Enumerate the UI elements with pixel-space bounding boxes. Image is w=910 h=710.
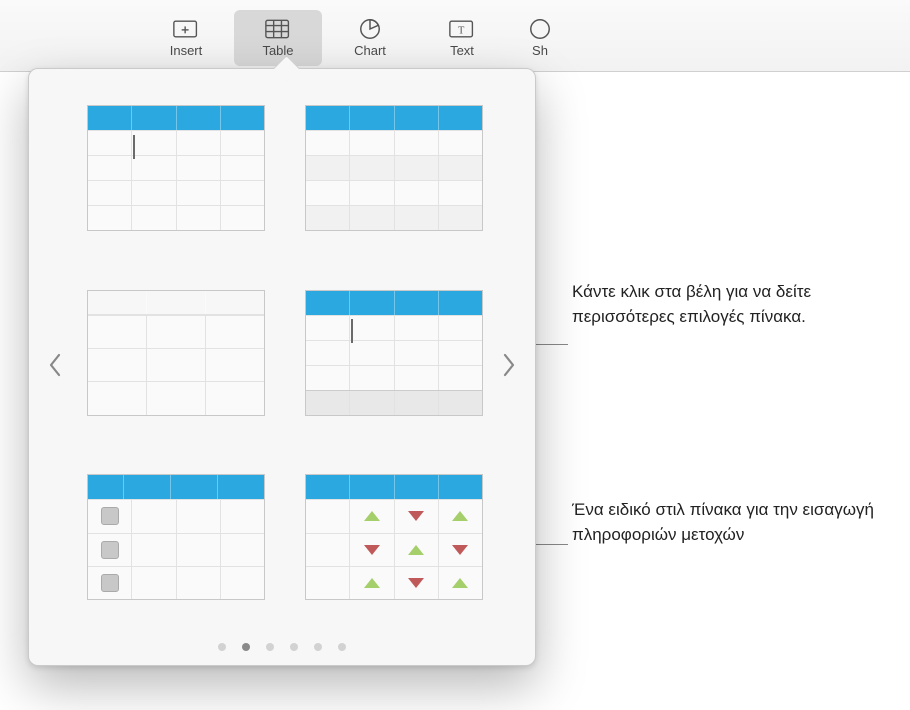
insert-icon: [172, 18, 200, 40]
triangle-up-icon: [452, 511, 468, 521]
text-icon: T: [448, 18, 476, 40]
text-cursor-icon: [351, 319, 353, 343]
toolbar-table-label: Table: [262, 43, 293, 58]
triangle-down-icon: [408, 578, 424, 588]
triangle-down-icon: [408, 511, 424, 521]
svg-text:T: T: [458, 25, 465, 36]
triangle-down-icon: [452, 545, 468, 555]
table-styles-popover: [28, 68, 536, 666]
callout-stocks-text: Ένα ειδικό στιλ πίνακα για την εισαγωγή …: [572, 498, 902, 547]
triangle-up-icon: [408, 545, 424, 555]
table-styles-grid: [29, 97, 535, 617]
text-cursor-icon: [133, 135, 135, 159]
chart-icon: [356, 18, 384, 40]
table-style-stocks[interactable]: [305, 474, 483, 609]
checkbox-icon: [101, 574, 119, 592]
toolbar: Insert Table Chart T Text Sh: [0, 0, 910, 72]
table-style-header-simple[interactable]: [87, 105, 265, 240]
callout-arrows-text: Κάντε κλικ στα βέλη για να δείτε περισσό…: [572, 280, 882, 329]
page-dot-4[interactable]: [290, 643, 298, 651]
chevron-left-icon: [47, 351, 63, 384]
toolbar-shape-label: Sh: [532, 43, 548, 58]
table-icon: [264, 18, 292, 40]
triangle-down-icon: [364, 545, 380, 555]
toolbar-chart-button[interactable]: Chart: [326, 10, 414, 66]
page-dot-5[interactable]: [314, 643, 322, 651]
toolbar-insert-label: Insert: [170, 43, 203, 58]
table-style-plain[interactable]: [87, 290, 265, 425]
page-dots: [218, 643, 346, 651]
checkbox-icon: [101, 507, 119, 525]
page-dot-3[interactable]: [266, 643, 274, 651]
triangle-up-icon: [364, 578, 380, 588]
table-style-checkbox[interactable]: [87, 474, 265, 609]
toolbar-chart-label: Chart: [354, 43, 386, 58]
triangle-up-icon: [452, 578, 468, 588]
shape-icon: [526, 18, 554, 40]
page-dot-2[interactable]: [242, 643, 250, 651]
toolbar-text-button[interactable]: T Text: [418, 10, 506, 66]
page-dot-6[interactable]: [338, 643, 346, 651]
triangle-up-icon: [364, 511, 380, 521]
nav-prev-button[interactable]: [35, 337, 75, 397]
toolbar-insert-button[interactable]: Insert: [142, 10, 230, 66]
toolbar-text-label: Text: [450, 43, 474, 58]
table-style-header-footer[interactable]: [305, 290, 483, 425]
nav-next-button[interactable]: [489, 337, 529, 397]
toolbar-shape-button[interactable]: Sh: [510, 10, 570, 66]
page-dot-1[interactable]: [218, 643, 226, 651]
checkbox-icon: [101, 541, 119, 559]
table-style-header-banded[interactable]: [305, 105, 483, 240]
chevron-right-icon: [501, 351, 517, 384]
toolbar-table-button[interactable]: Table: [234, 10, 322, 66]
